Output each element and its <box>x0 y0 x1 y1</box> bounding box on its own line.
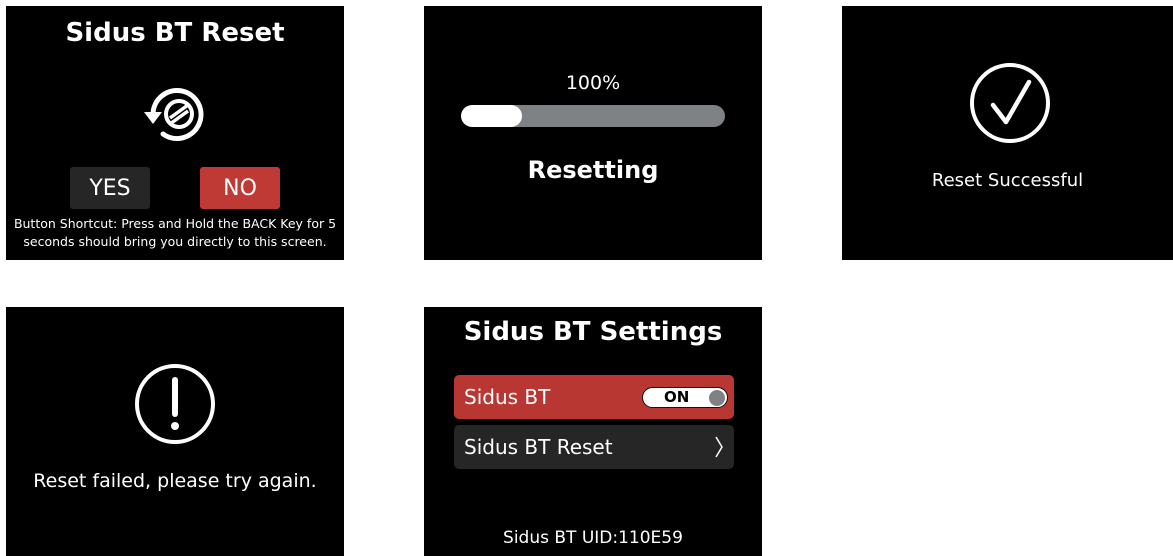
toggle-state-label: ON <box>664 388 690 406</box>
resetting-screen: 100% Resetting <box>424 6 762 260</box>
failed-message: Reset failed, please try again. <box>33 470 317 492</box>
resetting-label: Resetting <box>527 156 659 184</box>
reset-failed-screen: Reset failed, please try again. <box>6 307 344 556</box>
exclamation-circle-icon <box>135 364 215 444</box>
bt-uid-text: Sidus BT UID:110E59 <box>503 528 683 548</box>
reset-screen-title: Sidus BT Reset <box>65 18 285 48</box>
settings-screen-title: Sidus BT Settings <box>463 317 723 347</box>
shortcut-hint: Button Shortcut: Press and Hold the BACK… <box>6 215 344 251</box>
reset-success-screen: Reset Successful <box>842 6 1173 260</box>
reset-confirm-screen: Sidus BT Reset YES NO Button Shortcut: P… <box>6 6 344 260</box>
sidus-bt-row[interactable]: Sidus BT ON <box>454 375 734 419</box>
yes-button[interactable]: YES <box>70 167 150 209</box>
bt-settings-screen: Sidus BT Settings Sidus BT ON Sidus BT R… <box>424 307 762 556</box>
sidus-bt-reset-label: Sidus BT Reset <box>464 435 613 459</box>
reset-icon <box>144 88 204 141</box>
success-message: Reset Successful <box>931 170 1084 191</box>
progress-percent: 100% <box>565 72 621 94</box>
check-circle-icon <box>970 63 1050 143</box>
sidus-bt-toggle[interactable]: ON <box>642 387 728 408</box>
shortcut-hint-line-2: seconds should bring you directly to thi… <box>23 234 327 249</box>
no-button[interactable]: NO <box>200 167 280 209</box>
progress-bar <box>461 105 725 127</box>
sidus-bt-reset-row[interactable]: Sidus BT Reset <box>454 425 734 469</box>
chevron-right-icon <box>715 436 723 458</box>
shortcut-hint-line-1: Button Shortcut: Press and Hold the BACK… <box>13 216 337 231</box>
toggle-knob <box>709 389 725 406</box>
sidus-bt-label: Sidus BT <box>464 385 551 409</box>
progress-bar-fill <box>461 105 522 127</box>
